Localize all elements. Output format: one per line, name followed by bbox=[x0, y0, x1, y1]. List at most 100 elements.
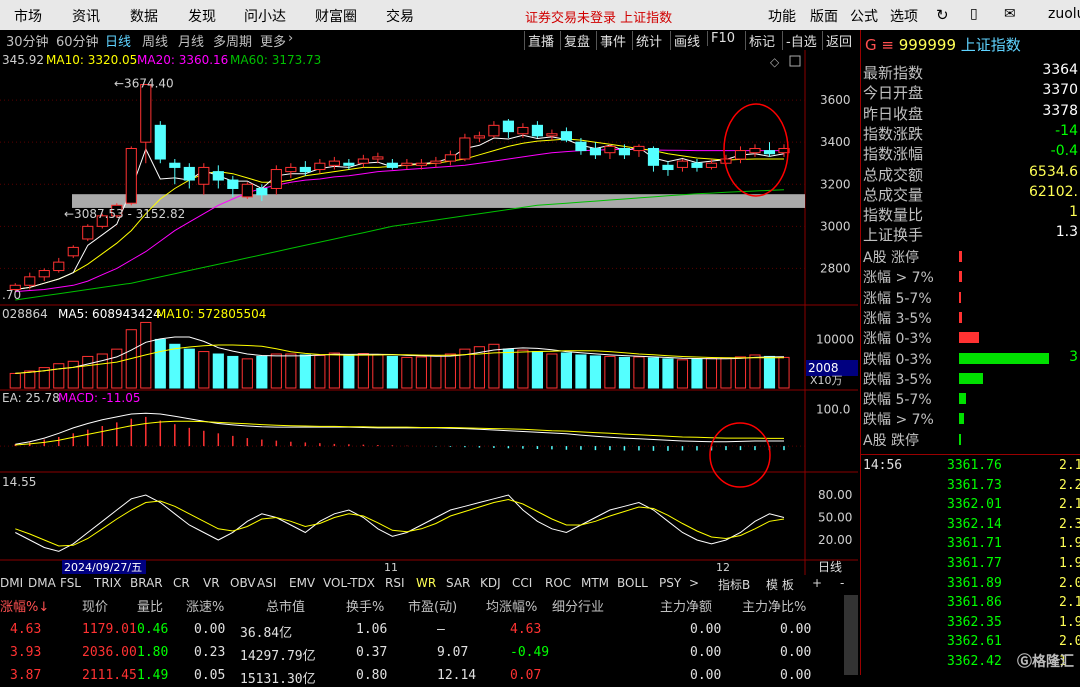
list-header-col[interactable]: 换手% bbox=[346, 596, 384, 615]
volume-bar bbox=[24, 370, 36, 389]
indicator-tab-b[interactable]: 指标B bbox=[718, 576, 750, 593]
menu-formula[interactable]: 公式 bbox=[850, 6, 878, 26]
user-name[interactable]: zuolu bbox=[1048, 6, 1080, 22]
login-notice[interactable]: 证券交易未登录 上证指数 bbox=[525, 7, 672, 26]
period-daily[interactable]: 日线 bbox=[105, 31, 131, 50]
close-label: 345.92 bbox=[2, 53, 44, 67]
mail-icon[interactable]: ✉ bbox=[1004, 6, 1016, 22]
indicator-tab-[interactable]: 模 板 bbox=[766, 576, 794, 593]
menu-market[interactable]: 市场 bbox=[14, 6, 42, 26]
indicator-tab-vr[interactable]: VR bbox=[203, 576, 220, 590]
volume-bar bbox=[705, 357, 718, 389]
btn-live[interactable]: 直播 bbox=[524, 31, 554, 50]
indicator-tab-obv[interactable]: OBV bbox=[230, 576, 256, 590]
indicator-tab-cci[interactable]: CCI bbox=[512, 576, 532, 590]
price-tick-label: 3600 bbox=[820, 93, 851, 107]
x-tick-dec: 12 bbox=[716, 561, 730, 574]
btn-events[interactable]: 事件 bbox=[596, 31, 626, 50]
indicator-tab-kdj[interactable]: KDJ bbox=[480, 576, 501, 590]
candle-body bbox=[227, 179, 239, 189]
btn-f10[interactable]: F10 bbox=[707, 31, 735, 46]
menu-options[interactable]: 选项 bbox=[890, 6, 918, 26]
btn-stats[interactable]: 统计 bbox=[632, 31, 662, 50]
period-60m[interactable]: 60分钟 bbox=[56, 31, 99, 50]
btn-draw[interactable]: 画线 bbox=[670, 31, 700, 50]
indicator-tab-dmi[interactable]: DMI bbox=[0, 576, 23, 590]
candle-body bbox=[734, 150, 747, 160]
advdec-label: 涨幅 3-5% bbox=[863, 310, 932, 327]
menu-discover[interactable]: 发现 bbox=[188, 6, 216, 26]
quote-stat-label: 指数涨跌 bbox=[863, 124, 924, 143]
list-header-col[interactable]: 量比 bbox=[137, 596, 163, 615]
indicator-tab-[interactable]: + bbox=[812, 576, 822, 590]
menu-data[interactable]: 数据 bbox=[130, 6, 158, 26]
period-weekly[interactable]: 周线 bbox=[142, 31, 168, 50]
price-tick-label: 3000 bbox=[820, 219, 851, 233]
indicator-tab-rsi[interactable]: RSI bbox=[385, 576, 405, 590]
list-cell: 36.84亿 bbox=[240, 626, 293, 641]
chart-area[interactable]: 2800 3000 3200 3400 3600 ←3674.40 ←3087.53 - 3… bbox=[0, 50, 858, 575]
btn-back[interactable]: 返回 bbox=[822, 31, 852, 50]
indicator-tabs: DMI DMA FSL TRIX BRAR CR VR OBV ASI EMV VOL-TDX RSI… bbox=[0, 575, 858, 593]
candle-body bbox=[24, 276, 36, 286]
list-scrollbar[interactable] bbox=[844, 595, 858, 675]
list-header-col[interactable]: 现价 bbox=[82, 596, 108, 615]
volume-bar bbox=[227, 355, 239, 389]
candle-body bbox=[763, 150, 776, 155]
btn-review[interactable]: 复盘 bbox=[560, 31, 590, 50]
volume-bar bbox=[778, 356, 790, 389]
indicator-tab-brar[interactable]: BRAR bbox=[130, 576, 163, 590]
candle-body bbox=[328, 160, 340, 166]
macd-tick-label: 100.0 bbox=[816, 403, 850, 417]
indicator-tab-mtm[interactable]: MTM bbox=[581, 576, 609, 590]
period-30m[interactable]: 30分钟 bbox=[6, 31, 49, 50]
candle-body bbox=[343, 162, 355, 166]
quote-stat-label: 最新指数 bbox=[863, 64, 924, 82]
phone-icon[interactable]: ▯ bbox=[970, 6, 978, 22]
list-cell: 0.00 bbox=[690, 622, 722, 637]
list-header-col[interactable]: 总市值 bbox=[266, 596, 305, 615]
period-more[interactable]: 更多 bbox=[260, 31, 286, 50]
indicator-tab-psy[interactable]: PSY bbox=[659, 576, 681, 590]
indicator-tab-cr[interactable]: CR bbox=[173, 576, 190, 590]
indicator-tab-[interactable]: - bbox=[840, 576, 844, 590]
indicator-tab-wr[interactable]: WR bbox=[416, 576, 436, 590]
btn-mark[interactable]: 标记 bbox=[745, 31, 775, 50]
list-cell: 14297.79亿 bbox=[240, 649, 316, 664]
volume-bar bbox=[9, 372, 21, 389]
list-header-col[interactable]: 主力净额 bbox=[660, 596, 712, 615]
list-header-col[interactable]: 均涨幅% bbox=[486, 596, 537, 615]
candle-body bbox=[154, 124, 166, 160]
chevron-right-icon[interactable]: › bbox=[288, 31, 293, 46]
list-cell: 0.80 bbox=[356, 668, 388, 683]
indicator-tab-voltdx[interactable]: VOL-TDX bbox=[323, 576, 375, 590]
menu-wealth[interactable]: 财富圈 bbox=[315, 6, 357, 26]
list-header-col[interactable]: 涨幅%↓ bbox=[0, 596, 49, 615]
indicator-tab-boll[interactable]: BOLL bbox=[617, 576, 648, 590]
period-monthly[interactable]: 月线 bbox=[178, 31, 204, 50]
indicator-tab-asi[interactable]: ASI bbox=[257, 576, 276, 590]
indicator-tab-fsl[interactable]: FSL bbox=[60, 576, 81, 590]
volume-bar bbox=[82, 355, 94, 389]
refresh-icon[interactable]: ↻ bbox=[936, 6, 949, 24]
list-header-col[interactable]: 细分行业 bbox=[552, 596, 604, 615]
candle-body bbox=[314, 162, 326, 171]
tick-volume: 2.1 bbox=[1059, 595, 1080, 611]
indicator-tab-[interactable]: > bbox=[689, 576, 699, 590]
list-header-col[interactable]: 市盈(动) bbox=[408, 596, 457, 615]
list-header-col[interactable]: 主力净比% bbox=[742, 596, 806, 615]
indicator-tab-dma[interactable]: DMA bbox=[28, 576, 56, 590]
menu-function[interactable]: 功能 bbox=[768, 6, 796, 26]
list-header-col[interactable]: 涨速% bbox=[186, 596, 224, 615]
indicator-tab-roc[interactable]: ROC bbox=[545, 576, 571, 590]
osc-tick-label: 50.00 bbox=[818, 511, 852, 525]
menu-layout[interactable]: 版面 bbox=[810, 6, 838, 26]
period-multi[interactable]: 多周期 bbox=[213, 31, 252, 50]
indicator-tab-emv[interactable]: EMV bbox=[289, 576, 315, 590]
menu-trade[interactable]: 交易 bbox=[386, 6, 414, 26]
btn-watchlist[interactable]: -自选 bbox=[782, 31, 817, 50]
menu-news[interactable]: 资讯 bbox=[72, 6, 100, 26]
indicator-tab-sar[interactable]: SAR bbox=[446, 576, 470, 590]
indicator-tab-trix[interactable]: TRIX bbox=[94, 576, 121, 590]
menu-ask[interactable]: 问小达 bbox=[244, 6, 286, 26]
